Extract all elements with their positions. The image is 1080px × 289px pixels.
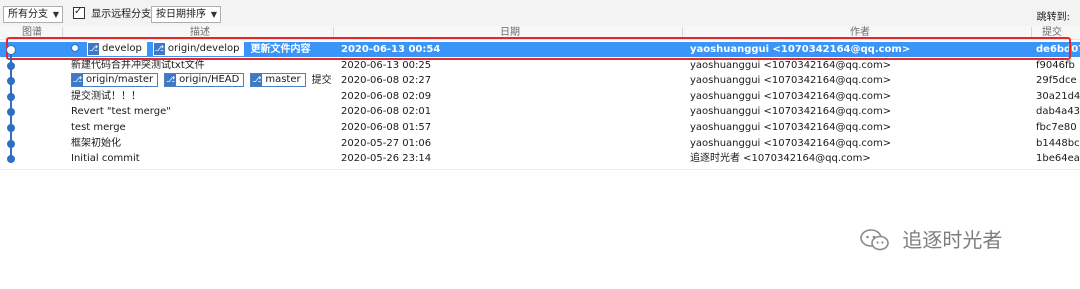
commit-author: 追逐时光者 <1070342164@qq.com>: [690, 153, 871, 165]
chevron-down-icon: ▼: [210, 10, 217, 19]
commit-description: 新建代码合并冲突测试txt文件: [71, 58, 333, 73]
commit-description: 框架初始化: [71, 136, 333, 151]
commit-row[interactable]: 框架初始化 2020-05-27 01:06 yaoshuanggui <10703…: [0, 136, 1080, 151]
commit-node: [7, 139, 15, 148]
commit-row[interactable]: ⎇ origin/master ⎇ origin/HEAD ⎇ master 提交 2020-…: [0, 73, 1080, 88]
commit-date: 2020-06-08 02:09: [341, 90, 432, 102]
branch-filter-label: 所有分支: [8, 9, 48, 20]
commit-description: Initial commit: [71, 151, 333, 166]
watermark-text: 追逐时光者: [902, 228, 1003, 252]
sort-dropdown[interactable]: 按日期排序 ▼: [151, 6, 221, 23]
branch-icon: ⎇: [72, 74, 83, 87]
show-remote-checkbox[interactable]: [73, 5, 85, 19]
branch-icon: ⎇: [251, 74, 263, 87]
commit-hash: 29f5dce: [1036, 75, 1077, 87]
column-divider[interactable]: [62, 27, 63, 38]
commit-node: [7, 61, 15, 70]
commit-hash: f9046fb: [1036, 59, 1075, 71]
branch-tag[interactable]: ⎇ develop: [87, 42, 147, 56]
commit-message: 框架初始化: [71, 137, 121, 149]
commit-author: yaoshuanggui <1070342164@qq.com>: [690, 137, 892, 149]
commit-node: [7, 124, 15, 132]
commit-row[interactable]: Revert "test merge" 2020-06-08 02:01 yaosh…: [0, 104, 1080, 119]
commit-node: [7, 46, 15, 54]
chevron-down-icon: ▼: [52, 10, 59, 19]
show-remote-branches-toggle[interactable]: 显示远程分支: [73, 5, 152, 21]
commit-row[interactable]: Initial commit 2020-05-26 23:14 追逐时光者 <107…: [0, 151, 1080, 166]
commit-hash: de6bd07: [1036, 44, 1080, 55]
branch-tag-label: develop: [102, 43, 142, 54]
branch-tag-label: origin/HEAD: [179, 74, 240, 86]
commit-description: test merge: [71, 120, 333, 135]
column-divider[interactable]: [682, 27, 683, 38]
branch-tag[interactable]: ⎇ origin/HEAD: [164, 73, 245, 88]
branch-icon: ⎇: [88, 43, 99, 55]
branch-tag[interactable]: ⎇ origin/master: [71, 73, 159, 88]
commit-message: Initial commit: [71, 153, 140, 165]
commit-message: 新建代码合并冲突测试txt文件: [71, 59, 205, 71]
branch-icon: ⎇: [153, 43, 165, 55]
commit-author: yaoshuanggui <1070342164@qq.com>: [690, 75, 892, 87]
commit-row[interactable]: 提交测试！！！ 2020-06-08 02:09 yaoshuanggui <107…: [0, 89, 1080, 104]
commit-description: 提交测试！！！: [71, 89, 333, 104]
branch-tag[interactable]: ⎇ origin/develop: [152, 42, 245, 56]
commit-author: yaoshuanggui <1070342164@qq.com>: [690, 59, 892, 71]
commit-description: ⎇ develop ⎇ origin/develop 更新文件内容: [71, 42, 333, 57]
commit-message: test merge: [71, 122, 126, 133]
commit-author: yaoshuanggui <1070342164@qq.com>: [690, 90, 892, 102]
commit-hash: fbc7e80: [1036, 122, 1077, 133]
commit-description: Revert "test merge": [71, 104, 333, 119]
column-description[interactable]: 描述: [190, 26, 210, 39]
commit-message: 更新文件内容: [250, 44, 311, 55]
column-commit[interactable]: 提交: [1042, 26, 1062, 39]
wechat-icon: [860, 229, 890, 258]
commit-row[interactable]: 新建代码合并冲突测试txt文件 2020-06-13 00:25 yaoshuang…: [0, 58, 1080, 73]
column-divider[interactable]: [333, 27, 334, 38]
branch-tag-label: origin/develop: [167, 43, 240, 54]
branch-icon: ⎇: [165, 74, 177, 87]
commit-message: 提交测试！！！: [71, 90, 141, 102]
commit-author: yaoshuanggui <1070342164@qq.com>: [690, 122, 892, 133]
commit-hash: dab4a43: [1036, 106, 1080, 118]
commit-date: 2020-06-08 02:01: [341, 106, 432, 118]
commit-hash: 30a21d4: [1036, 90, 1080, 102]
commit-date: 2020-06-08 02:27: [341, 75, 432, 87]
divider: [0, 169, 1080, 170]
current-head-icon: [71, 44, 79, 52]
commit-date: 2020-05-26 23:14: [341, 153, 432, 165]
commit-node: [7, 92, 15, 101]
commit-row[interactable]: ⎇ develop ⎇ origin/develop 更新文件内容 2020-06-13 …: [0, 42, 1080, 57]
jump-to-label: 跳转到:: [1036, 12, 1070, 23]
column-graph[interactable]: 图谱: [22, 26, 42, 39]
branch-filter-dropdown[interactable]: 所有分支 ▼: [3, 6, 63, 23]
commit-row[interactable]: test merge 2020-06-08 01:57 yaoshuanggui <…: [0, 120, 1080, 135]
commit-date: 2020-06-08 01:57: [341, 122, 432, 133]
commit-message: Revert "test merge": [71, 106, 171, 118]
branch-tag[interactable]: ⎇ master: [250, 73, 306, 88]
commit-hash: 1be64ea: [1036, 153, 1080, 165]
toolbar: 所有分支 ▼ 显示远程分支 按日期排序 ▼ 跳转到:: [0, 0, 1080, 27]
sort-label: 按日期排序: [156, 9, 206, 20]
commit-message: 提交: [311, 75, 332, 87]
commit-author: yaoshuanggui <1070342164@qq.com>: [690, 44, 911, 55]
commit-date: 2020-06-13 00:54: [341, 44, 441, 55]
commit-author: yaoshuanggui <1070342164@qq.com>: [690, 106, 892, 118]
commit-hash: b1448bc: [1036, 137, 1080, 149]
column-author[interactable]: 作者: [850, 26, 870, 39]
branch-tag-label: origin/master: [86, 74, 154, 86]
branch-tag-label: master: [265, 74, 301, 86]
watermark: 追逐时光者: [860, 226, 1002, 254]
commit-date: 2020-05-27 01:06: [341, 137, 432, 149]
commit-date: 2020-06-13 00:25: [341, 59, 432, 71]
show-remote-label: 显示远程分支: [91, 9, 152, 20]
column-header: 图谱 描述 日期 作者 提交: [0, 26, 1080, 40]
column-divider[interactable]: [1031, 27, 1032, 38]
column-date[interactable]: 日期: [500, 26, 520, 39]
commit-description: ⎇ origin/master ⎇ origin/HEAD ⎇ master 提交: [71, 73, 333, 88]
